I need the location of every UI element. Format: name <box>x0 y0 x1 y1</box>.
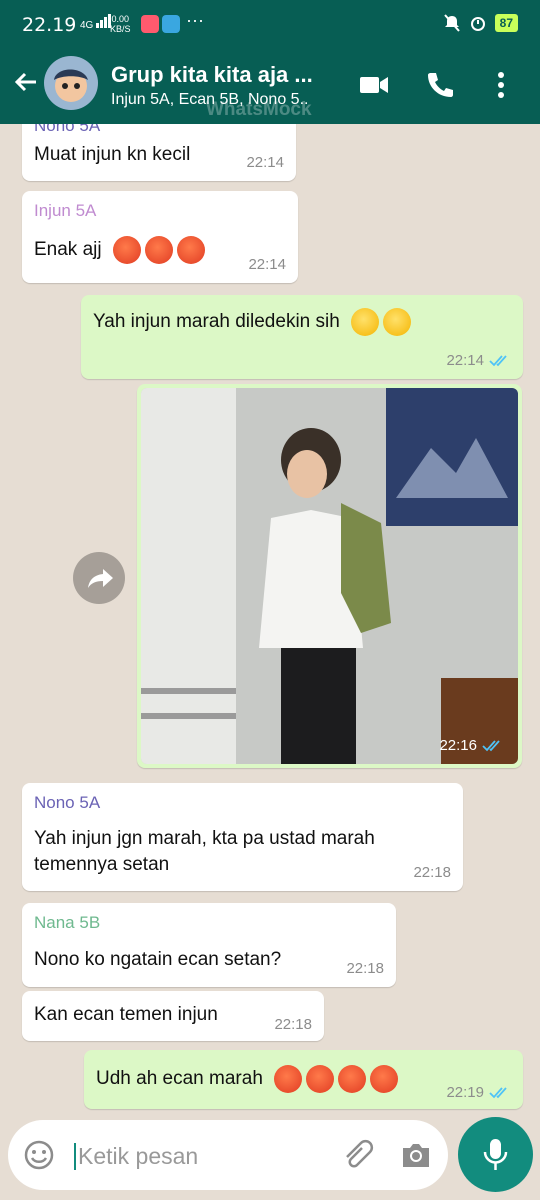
message-time: 22:14 <box>446 352 484 369</box>
attach-icon[interactable] <box>340 1138 374 1172</box>
message-image-outgoing[interactable]: 22:16 <box>137 384 522 768</box>
message-meta: 22:18 <box>346 960 384 977</box>
message-meta: 22:14 <box>446 352 511 369</box>
watermark: WhatsMock <box>206 99 312 120</box>
message-text: Muat injun kn kecil <box>34 144 191 165</box>
message-incoming[interactable]: Nana 5B Nono ko ngatain ecan setan? 22:1… <box>22 903 396 987</box>
telegram-app-icon <box>162 15 180 33</box>
status-right: 87 <box>443 14 518 32</box>
back-arrow-icon[interactable] <box>10 66 42 98</box>
message-outgoing[interactable]: Udh ah ecan marah 22:19 <box>84 1050 523 1109</box>
chat-area[interactable]: Nono 5A Muat injun kn kecil 22:14 Injun … <box>0 124 540 1120</box>
message-sender: Nono 5A <box>34 793 101 812</box>
message-incoming[interactable]: Nono 5A Muat injun kn kecil 22:14 <box>22 124 296 181</box>
message-text-row: Udh ah ecan marah <box>96 1065 402 1093</box>
message-text-row: Yah injun marah diledekin sih <box>93 308 415 336</box>
message-time: 22:18 <box>346 960 384 977</box>
message-meta: 22:18 <box>274 1016 312 1033</box>
speed-unit: KB/S <box>110 24 131 34</box>
message-outgoing[interactable]: Yah injun marah diledekin sih 22:14 <box>81 295 523 379</box>
chat-title[interactable]: Grup kita kita aja ... <box>111 62 313 88</box>
message-text: Enak ajj <box>34 239 102 261</box>
mute-bell-icon <box>443 14 460 32</box>
message-text-row: Enak ajj <box>34 236 209 264</box>
forward-button[interactable] <box>73 552 125 604</box>
angry-emoji-icon <box>144 236 173 264</box>
message-meta: 22:16 <box>439 737 504 754</box>
speed-value: 0.00 <box>111 14 130 24</box>
shared-photo[interactable] <box>141 388 518 764</box>
angry-emoji-icon <box>338 1065 367 1093</box>
alarm-icon <box>470 17 485 31</box>
message-time: 22:14 <box>246 154 284 171</box>
overflow-menu-icon[interactable] <box>494 70 508 100</box>
angry-emoji-icon <box>306 1065 335 1093</box>
message-time: 22:18 <box>413 864 451 881</box>
message-text: Udh ah ecan marah <box>96 1068 263 1090</box>
angry-emoji-icon <box>370 1065 399 1093</box>
status-bar: 22.19 4G 0.00 KB/S ··· 87 <box>0 0 540 50</box>
message-sender: Nana 5B <box>34 913 101 932</box>
more-notifications-icon: ··· <box>186 10 204 30</box>
message-text: Nono ko ngatain ecan setan? <box>34 949 282 970</box>
message-sender: Injun 5A <box>34 201 97 220</box>
message-incoming[interactable]: Kan ecan temen injun 22:18 <box>22 991 324 1041</box>
emoji-icon[interactable] <box>24 1140 54 1170</box>
camera-icon[interactable] <box>400 1140 432 1170</box>
message-time: 22:19 <box>446 1084 484 1101</box>
angry-emoji-icon <box>176 236 205 264</box>
message-text: Yah injun jgn marah, kta pa ustad marah … <box>34 828 375 875</box>
microphone-icon <box>483 1139 508 1170</box>
message-incoming[interactable]: Injun 5A Enak ajj 22:14 <box>22 191 298 283</box>
message-text: Kan ecan temen injun <box>34 1004 218 1025</box>
network-type: 4G <box>80 20 94 31</box>
battery-level: 87 <box>494 14 518 32</box>
group-avatar[interactable] <box>44 56 98 110</box>
read-ticks-icon <box>482 739 500 751</box>
message-input[interactable]: Ketik pesan <box>74 1143 198 1170</box>
network-indicator: 4G <box>80 14 112 31</box>
forward-arrow-icon <box>88 569 113 588</box>
music-app-icon <box>141 15 159 33</box>
read-ticks-icon <box>489 354 507 366</box>
voice-message-button[interactable] <box>458 1117 533 1192</box>
message-time: 22:14 <box>248 256 286 273</box>
message-meta: 22:14 <box>248 256 286 273</box>
message-text: Yah injun marah diledekin sih <box>93 311 340 333</box>
chat-header: Grup kita kita aja ... Injun 5A, Ecan 5B… <box>0 50 540 124</box>
message-meta: 22:18 <box>413 864 451 881</box>
read-ticks-icon <box>489 1086 507 1098</box>
message-time: 22:18 <box>274 1016 312 1033</box>
avatar-illustration <box>54 69 88 102</box>
sad-emoji-icon <box>351 308 380 336</box>
message-sender: Nono 5A <box>34 124 101 135</box>
angry-emoji-icon <box>112 236 141 264</box>
network-speed: 0.00 KB/S <box>110 14 131 34</box>
sad-emoji-icon <box>383 308 412 336</box>
angry-emoji-icon <box>274 1065 303 1093</box>
message-time: 22:16 <box>439 737 477 754</box>
photo-image <box>141 388 518 764</box>
voice-call-icon[interactable] <box>424 70 456 100</box>
status-time: 22.19 <box>22 14 77 36</box>
message-incoming[interactable]: Nono 5A Yah injun jgn marah, kta pa usta… <box>22 783 463 891</box>
message-meta: 22:14 <box>246 154 284 171</box>
message-composer: Ketik pesan <box>8 1120 448 1190</box>
video-call-icon[interactable] <box>358 70 390 100</box>
message-meta: 22:19 <box>446 1084 511 1101</box>
